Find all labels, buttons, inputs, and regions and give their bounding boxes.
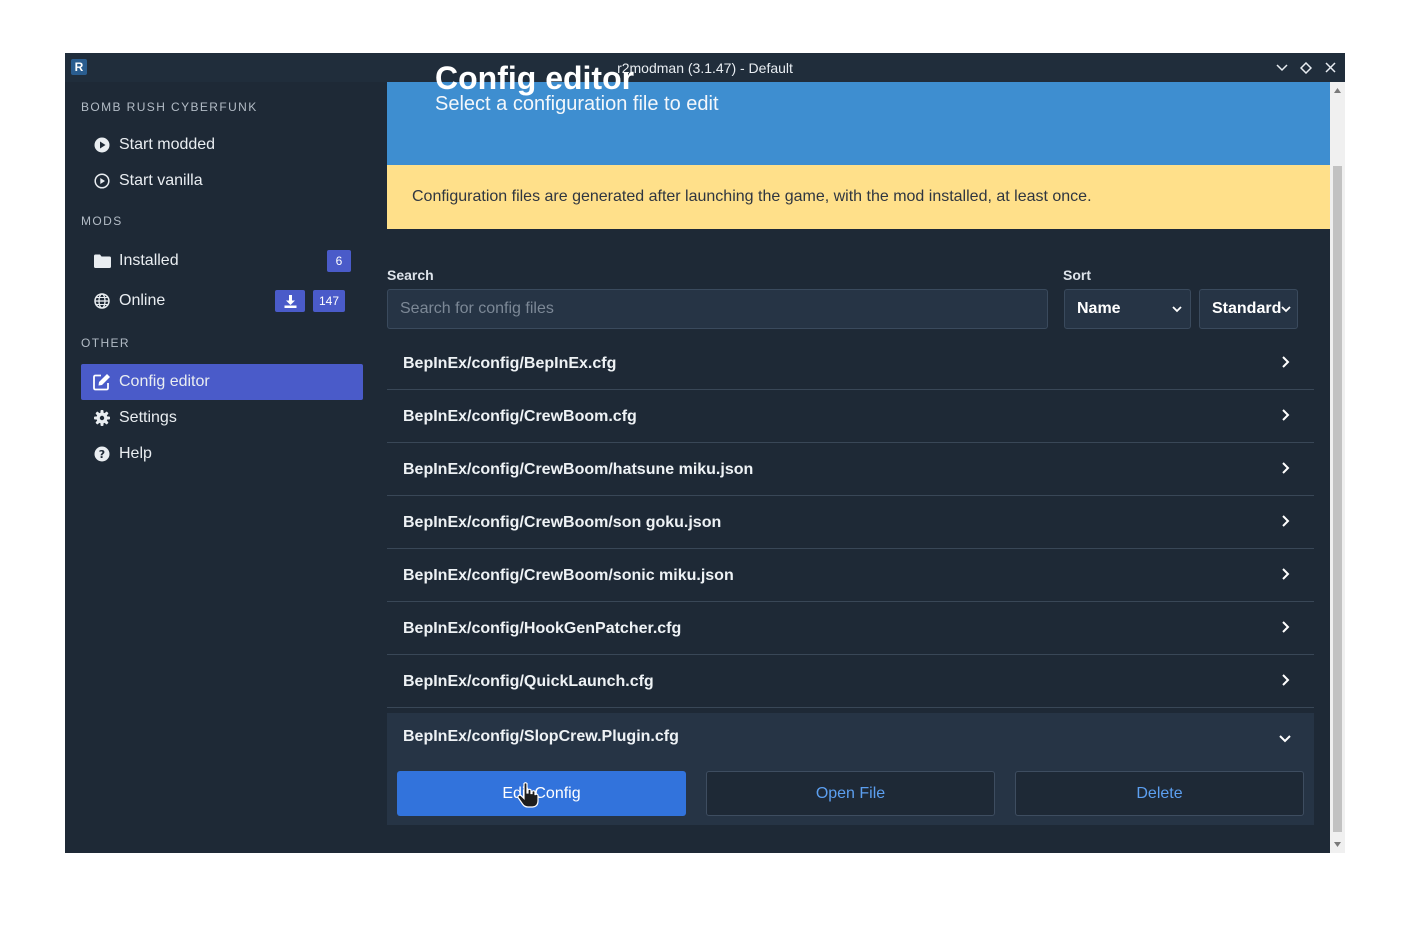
config-file-path: BepInEx/config/CrewBoom/sonic miku.json [403,566,734,584]
app-logo-icon: R [71,59,87,75]
chevron-right-icon [1282,462,1290,474]
config-file-row[interactable]: BepInEx/config/HookGenPatcher.cfg [387,603,1314,655]
chevron-right-icon [1282,409,1290,421]
config-file-path: BepInEx/config/CrewBoom/son goku.json [403,513,722,531]
sort-order-value: Standard [1212,300,1282,317]
sort-label: Sort [1063,267,1091,283]
play-circle-outline-icon [93,172,111,190]
gear-icon [93,409,111,427]
config-file-path[interactable]: BepInEx/config/SlopCrew.Plugin.cfg [403,728,679,746]
expanded-config-row: BepInEx/config/SlopCrew.Plugin.cfg Edit … [387,713,1314,825]
search-label: Search [387,267,434,283]
chevron-right-icon [1282,356,1290,368]
close-icon[interactable] [1323,61,1337,75]
config-file-row[interactable]: BepInEx/config/CrewBoom/son goku.json [387,497,1314,549]
scroll-up-icon[interactable] [1333,86,1342,95]
sidebar-item-config-editor[interactable]: Config editor [81,364,363,400]
vertical-scrollbar[interactable] [1330,82,1345,853]
download-icon [284,294,297,308]
sidebar-item-help[interactable]: ? Help [81,436,363,472]
hero-banner: Config editor Select a configuration fil… [387,60,1330,165]
start-modded-label: Start modded [119,136,216,153]
config-file-row[interactable]: BepInEx/config/CrewBoom/sonic miku.json [387,550,1314,602]
config-file-path: BepInEx/config/QuickLaunch.cfg [403,672,654,690]
title-bar[interactable]: R r2modman (3.1.47) - Default [65,53,1345,82]
config-file-path: BepInEx/config/CrewBoom.cfg [403,407,637,425]
folder-icon [93,252,111,270]
edit-icon [93,373,111,391]
hand-cursor-icon [517,782,539,808]
config-file-row[interactable]: BepInEx/config/BepInEx.cfg [387,338,1314,390]
minimize-icon[interactable] [1275,61,1289,75]
other-section-label: OTHER [81,336,130,350]
main-content: Config editor Select a configuration fil… [387,60,1330,853]
sort-by-value: Name [1077,300,1121,317]
chevron-down-icon [1281,305,1291,313]
settings-label: Settings [119,409,177,426]
sort-order-select[interactable]: Standard [1199,289,1298,329]
start-vanilla-button[interactable]: Start vanilla [81,163,363,199]
update-all-button[interactable] [275,290,305,312]
globe-icon [93,292,111,310]
chevron-right-icon [1282,568,1290,580]
open-file-button[interactable]: Open File [706,771,995,816]
help-label: Help [119,445,152,462]
sidebar: BOMB RUSH CYBERFUNK Start modded Start v… [65,82,387,853]
maximize-icon[interactable] [1299,61,1313,75]
app-window: R r2modman (3.1.47) - Default BOMB RUSH … [65,53,1345,853]
scrollbar-thumb[interactable] [1333,166,1342,832]
config-file-row[interactable]: BepInEx/config/CrewBoom/hatsune miku.jso… [387,444,1314,496]
sort-by-select[interactable]: Name [1064,289,1191,329]
config-file-path: BepInEx/config/CrewBoom/hatsune miku.jso… [403,460,754,478]
config-file-row[interactable]: BepInEx/config/CrewBoom.cfg [387,391,1314,443]
page-title: Config editor [435,60,635,96]
config-file-path: BepInEx/config/HookGenPatcher.cfg [403,619,682,637]
config-file-row[interactable]: BepInEx/config/QuickLaunch.cfg [387,656,1314,708]
config-editor-label: Config editor [119,373,210,390]
svg-text:?: ? [99,448,105,461]
chevron-right-icon [1282,674,1290,686]
sidebar-item-settings[interactable]: Settings [81,400,363,436]
chevron-down-icon [1172,305,1182,313]
start-modded-button[interactable]: Start modded [81,127,363,163]
start-vanilla-label: Start vanilla [119,172,203,189]
window-title: r2modman (3.1.47) - Default [617,59,793,76]
search-input[interactable] [387,289,1048,329]
question-circle-icon: ? [93,445,111,463]
mods-section-label: MODS [81,214,123,228]
edit-config-button[interactable]: Edit Config [397,771,686,816]
chevron-right-icon [1282,621,1290,633]
config-file-path: BepInEx/config/BepInEx.cfg [403,354,617,372]
delete-button[interactable]: Delete [1015,771,1304,816]
online-count-badge: 147 [313,290,346,312]
window-controls [1275,53,1337,82]
game-section-label: BOMB RUSH CYBERFUNK [81,100,258,114]
sidebar-item-installed[interactable]: Installed [81,243,363,279]
chevron-down-icon[interactable] [1278,731,1292,745]
online-label: Online [119,292,166,309]
scroll-down-icon[interactable] [1333,840,1342,849]
chevron-right-icon [1282,515,1290,527]
installed-label: Installed [119,252,179,269]
info-notice: Configuration files are generated after … [387,165,1330,229]
play-circle-icon [93,136,111,154]
installed-count-badge: 6 [327,250,351,272]
page-subtitle: Select a configuration file to edit [435,93,719,115]
